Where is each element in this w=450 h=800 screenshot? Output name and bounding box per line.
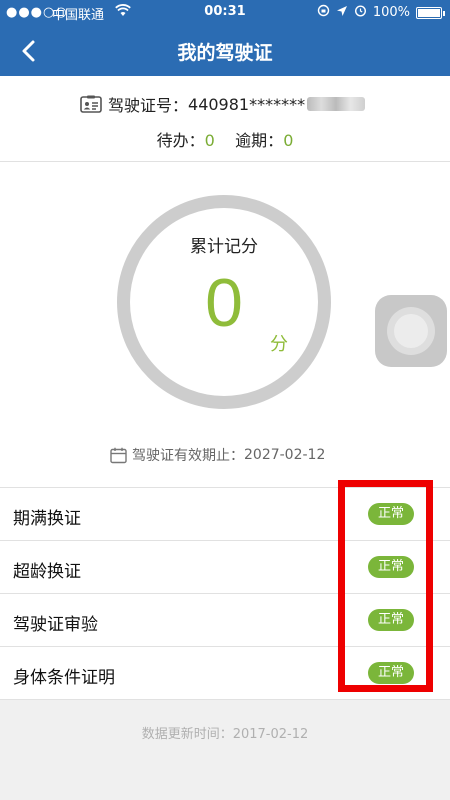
- status-bar: ●●●○○ 中国联通 00:31 100%: [0, 0, 450, 26]
- update-time: 数据更新时间：2017-02-12: [0, 723, 450, 742]
- license-number: 440981*******: [188, 94, 306, 114]
- score-unit: 分: [270, 334, 288, 355]
- status-right: 100%: [317, 4, 445, 21]
- pending-count[interactable]: 0: [205, 131, 215, 150]
- id-card-icon: [80, 95, 102, 113]
- highlight-box: [338, 480, 433, 692]
- score-title: 累计记分: [190, 237, 258, 257]
- footer: 数据更新时间：2017-02-12: [0, 699, 450, 800]
- overdue-label: 逾期：: [235, 131, 284, 150]
- calendar-icon: [110, 447, 127, 463]
- assistive-touch-button[interactable]: [375, 295, 447, 367]
- update-date: 2017-02-12: [232, 727, 309, 742]
- validity-row: 驾驶证有效期止： 2027-02-12: [110, 445, 325, 465]
- battery-percent: 100%: [372, 5, 410, 20]
- page-title: 我的驾驶证: [177, 42, 273, 64]
- nav-bar: 我的驾驶证: [0, 26, 450, 76]
- task-counts: 待办：0 逾期：0: [0, 127, 450, 151]
- validity-date: 2027-02-12: [244, 447, 326, 463]
- battery-icon: [416, 6, 445, 19]
- blurred-redaction: [307, 97, 366, 111]
- overdue-count[interactable]: 0: [283, 131, 293, 150]
- pending-label: 待办：: [156, 131, 205, 150]
- assistive-touch-inner-dot: [394, 314, 428, 348]
- location-icon: [336, 5, 348, 21]
- list-item-label: 超龄换证: [13, 562, 81, 582]
- list-item-label: 驾驶证审验: [13, 615, 98, 635]
- list-item-label: 身体条件证明: [13, 668, 115, 688]
- orientation-lock-icon: [317, 4, 330, 21]
- score-value: 0: [205, 265, 243, 341]
- license-info: 驾驶证号： 440981******* 待办：0 逾期：0: [0, 76, 450, 162]
- update-label: 数据更新时间：: [141, 727, 233, 742]
- license-label: 驾驶证号：: [108, 96, 189, 115]
- validity-label: 驾驶证有效期止：: [132, 448, 244, 464]
- list-item-label: 期满换证: [13, 509, 81, 529]
- alarm-icon: [354, 4, 367, 21]
- license-number-row: 驾驶证号： 440981*******: [80, 92, 366, 116]
